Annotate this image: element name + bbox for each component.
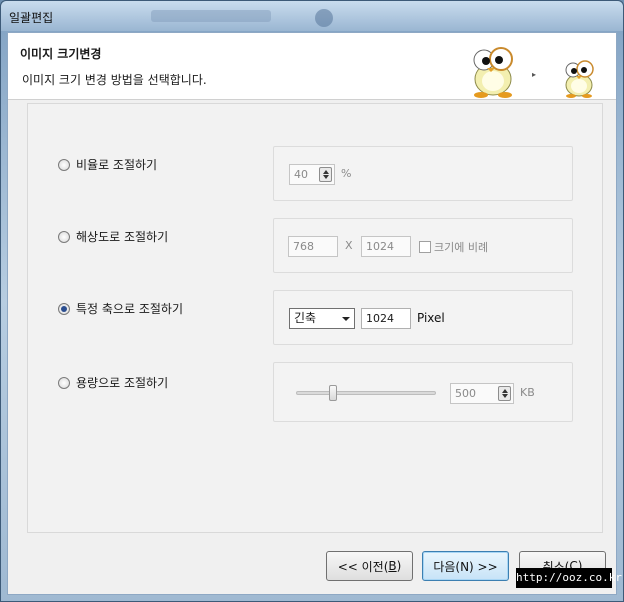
radio-resolution[interactable]	[58, 230, 70, 243]
window-frame: 일괄편집 이미지 크기변경 이미지 크기 변경 방법을 선택합니다. ▸ 비율로…	[0, 0, 624, 602]
size-value: 1024	[366, 312, 394, 325]
page-subtitle: 이미지 크기 변경 방법을 선택합니다.	[22, 73, 207, 87]
option-ratio[interactable]: 비율로 조절하기	[58, 156, 157, 173]
filesize-slider-thumb[interactable]	[329, 385, 337, 401]
ratio-value: 40	[294, 168, 308, 181]
window-title: 일괄편집	[9, 11, 54, 25]
background-ghost-text	[151, 10, 271, 22]
option-filesize[interactable]: 용량으로 조절하기	[58, 374, 168, 391]
dialog-client: 이미지 크기변경 이미지 크기 변경 방법을 선택합니다. ▸ 비율로 조절하기…	[7, 32, 617, 595]
option-filesize-label: 용량으로 조절하기	[76, 376, 169, 390]
size-input[interactable]: 1024	[361, 308, 411, 329]
ratio-unit: %	[341, 167, 352, 180]
prev-label-key: B	[388, 559, 397, 573]
filesize-value: 500	[455, 387, 476, 400]
axis-select[interactable]: 긴축	[289, 308, 355, 329]
prev-label-pre: << 이전(	[337, 559, 389, 574]
long-side-group: 긴축 1024 Pixel	[273, 290, 573, 345]
mascot-large-icon	[473, 47, 513, 98]
chevron-down-icon	[342, 317, 350, 321]
resolution-group: 768 X 1024 크기에 비례	[273, 218, 573, 273]
ratio-spinner-icon[interactable]	[319, 167, 332, 182]
next-label: 다음(N) >>	[433, 559, 498, 574]
times-icon: X	[345, 239, 353, 252]
height-value: 1024	[366, 240, 394, 253]
page-title: 이미지 크기변경	[20, 47, 102, 61]
options-panel: 비율로 조절하기 40 % 해상도로 조절하기 768 X 1024 크기에 비…	[27, 103, 603, 533]
keep-ratio-checkbox[interactable]	[419, 241, 431, 253]
radio-filesize[interactable]	[58, 376, 70, 389]
option-resolution-label: 해상도로 조절하기	[76, 230, 169, 244]
option-long-side[interactable]: 특정 축으로 조절하기	[58, 300, 183, 317]
option-long-side-label: 특정 축으로 조절하기	[76, 302, 183, 316]
axis-select-value: 긴축	[294, 311, 317, 325]
filesize-spinner-icon[interactable]	[498, 386, 511, 401]
transition-arrow-icon: ▸	[532, 70, 537, 79]
option-ratio-label: 비율로 조절하기	[76, 158, 158, 172]
height-input[interactable]: 1024	[361, 236, 411, 257]
header-area: 이미지 크기변경 이미지 크기 변경 방법을 선택합니다. ▸	[8, 33, 616, 100]
prev-label-post: )	[396, 559, 402, 573]
mascot-small-icon	[565, 60, 594, 98]
filesize-slider-track[interactable]	[296, 391, 436, 395]
ratio-group: 40 %	[273, 146, 573, 201]
watermark: http://ooz.co.kr	[516, 568, 622, 588]
prev-button[interactable]: << 이전(B)	[326, 551, 413, 581]
title-bar[interactable]: 일괄편집	[1, 1, 623, 31]
radio-long-side[interactable]	[58, 302, 70, 315]
keep-ratio-label: 크기에 비례	[434, 241, 489, 254]
size-unit: Pixel	[417, 311, 445, 325]
width-value: 768	[293, 240, 314, 253]
radio-ratio[interactable]	[58, 158, 70, 171]
width-input[interactable]: 768	[288, 236, 338, 257]
ratio-input[interactable]: 40	[289, 164, 335, 185]
next-button[interactable]: 다음(N) >>	[422, 551, 509, 581]
option-resolution[interactable]: 해상도로 조절하기	[58, 228, 168, 245]
background-ghost-icon	[315, 9, 333, 27]
filesize-group: 500 KB	[273, 362, 573, 422]
filesize-unit: KB	[520, 386, 535, 399]
filesize-input[interactable]: 500	[450, 383, 514, 404]
